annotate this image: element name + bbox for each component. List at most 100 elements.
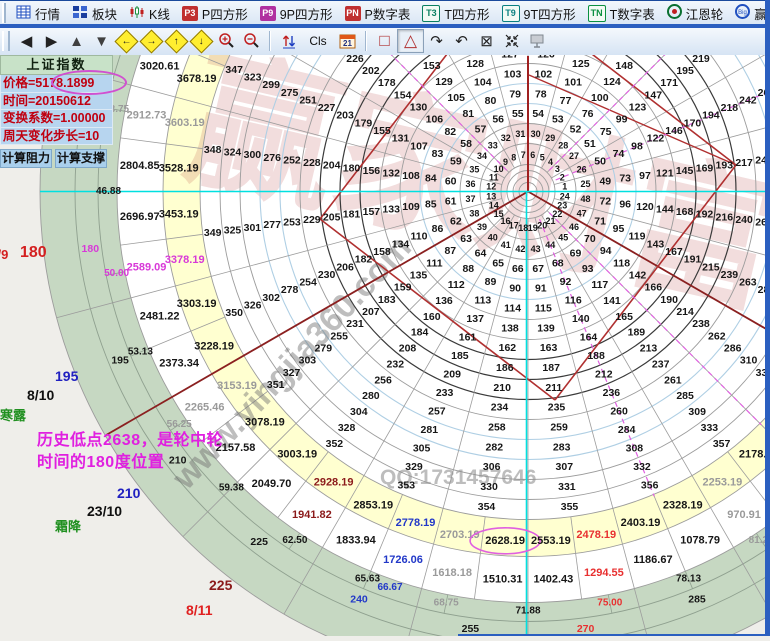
wheel-number: 306: [483, 461, 501, 473]
wheel-number: 279: [315, 343, 333, 355]
wheel-number: 129: [435, 76, 453, 88]
flag-up-icon[interactable]: ▲: [64, 30, 89, 52]
wheel-number: 121: [656, 168, 674, 180]
arrow-right-icon[interactable]: ▶: [39, 30, 64, 52]
wheel-number: 184: [411, 327, 429, 339]
cls-button[interactable]: Cls: [301, 30, 335, 52]
menu-item-9T四方形[interactable]: T99T四方形: [496, 2, 582, 24]
compress-icon[interactable]: [499, 30, 524, 52]
diamond-left-icon[interactable]: ←: [114, 30, 139, 52]
wheel-number: 210: [493, 382, 511, 394]
menu-item-板块[interactable]: 板块: [66, 2, 123, 24]
wheel-number: 89: [485, 276, 497, 288]
wheel-number: 278: [281, 284, 299, 296]
boxx-icon[interactable]: ⊠: [474, 30, 499, 52]
menu-item-9P四方形[interactable]: P99P四方形: [254, 2, 339, 24]
wheel-number: 181: [343, 209, 361, 221]
menu-item-K线[interactable]: K线: [123, 2, 176, 24]
menu-item-P数字表[interactable]: PNP数字表: [339, 2, 417, 24]
degree-label: 240: [350, 593, 368, 605]
wheel-number: 67: [532, 263, 544, 275]
winner-wheel-icon: Big: [735, 4, 750, 22]
wheel-number: 165: [615, 311, 633, 323]
menu-item-行情[interactable]: 行情: [10, 2, 66, 24]
diamond-down-icon[interactable]: ↓: [189, 30, 214, 52]
wheel-number: 80: [485, 95, 497, 107]
menu-item-label: T数字表: [610, 4, 655, 23]
menu-item-P四方形[interactable]: P3P四方形: [176, 2, 254, 24]
wheel-number: 41: [501, 240, 511, 250]
percent-label: 50.00: [104, 268, 129, 279]
wheel-number: 140: [572, 313, 590, 325]
margin-label-霜降: 霜降: [55, 516, 81, 535]
wheel-number: 166: [645, 282, 663, 294]
wheel-number: 332: [633, 461, 651, 473]
wheel-number: 326: [244, 300, 262, 312]
wheel-number: 99: [616, 114, 628, 126]
badge-P9: P9: [260, 6, 276, 21]
menu-item-T数字表[interactable]: TNT数字表: [582, 2, 661, 24]
rotate-ccw-icon[interactable]: ↶: [449, 30, 474, 52]
wheel-number: 236: [603, 387, 621, 399]
wheel-number: 50: [594, 156, 606, 168]
toolbar-drag-handle[interactable]: [2, 3, 6, 23]
percent-label: 66.67: [377, 582, 402, 593]
rotate-cw-icon[interactable]: ↷: [424, 30, 449, 52]
toolbar-drag-handle[interactable]: [2, 31, 10, 51]
wheel-number: 253: [283, 217, 301, 229]
badge-TN: TN: [588, 5, 606, 22]
wheel-number: 262: [708, 330, 726, 342]
zoom-out-icon[interactable]: [239, 30, 264, 52]
menu-item-T四方形[interactable]: T3T四方形: [416, 2, 495, 24]
wheel-number: 82: [444, 126, 456, 138]
wheel-number: 97: [639, 170, 651, 182]
podium-icon[interactable]: [524, 30, 549, 52]
triangle-tool-icon[interactable]: △: [397, 29, 424, 53]
wheel-number: 73: [619, 173, 631, 185]
price-label-inner: 2553.19: [531, 535, 571, 547]
zoom-in-icon[interactable]: [214, 30, 239, 52]
wheel-number: 125: [572, 58, 590, 70]
sort-updown-icon[interactable]: [276, 30, 301, 52]
price-label-inner: 2403.19: [621, 517, 661, 529]
margin-label-8-10: 8/10: [27, 387, 54, 403]
wheel-number: 119: [629, 231, 646, 243]
wheel-number: 94: [600, 245, 612, 257]
price-label-outer: 1510.31: [483, 574, 523, 586]
wheel-number: 163: [540, 342, 558, 354]
wheel-number: 309: [688, 406, 706, 418]
wheel-number: 44: [545, 240, 555, 250]
wheel-number: 57: [475, 124, 487, 136]
arrow-left-icon[interactable]: ◀: [14, 30, 39, 52]
menu-item-江恩轮[interactable]: 江恩轮: [661, 2, 730, 24]
right-scroll-strip[interactable]: [765, 0, 770, 636]
flag-down-icon[interactable]: ▼: [89, 30, 114, 52]
percent-label: 46.88: [96, 186, 121, 197]
wheel-number: 148: [615, 60, 633, 72]
wheel-number: 227: [318, 102, 336, 114]
wheel-number: 275: [281, 87, 299, 99]
calc-resistance-button[interactable]: 计算阻力: [0, 149, 52, 168]
wheel-number: 139: [537, 322, 555, 334]
percent-label: 71.88: [515, 606, 540, 617]
menu-item-赢家轮[interactable]: Big赢家轮: [729, 2, 770, 24]
price-label-inner: 2928.19: [314, 477, 354, 489]
calendar-icon[interactable]: 21: [335, 30, 360, 52]
wheel-number: 40: [488, 233, 498, 243]
diamond-right-icon[interactable]: →: [139, 30, 164, 52]
wheel-number: 47: [577, 209, 587, 219]
wheel-number: 76: [582, 108, 594, 120]
menu-bar: 行情板块K线P3P四方形P99P四方形PNP数字表T3T四方形T99T四方形TN…: [0, 0, 770, 25]
wheel-number: 53: [552, 113, 564, 125]
wheel-number: 87: [444, 245, 456, 257]
percent-label: 59.38: [219, 483, 244, 494]
diamond-up-icon[interactable]: ↑: [164, 30, 189, 52]
wheel-number: 228: [303, 157, 321, 169]
wheel-number: 226: [346, 55, 364, 65]
calc-support-button[interactable]: 计算支撑: [55, 149, 107, 168]
wheel-number: 64: [475, 247, 487, 259]
wheel-number: 186: [496, 362, 514, 374]
kline-icon: [129, 5, 145, 22]
wheel-number: 84: [425, 173, 437, 185]
rect-tool-icon[interactable]: □: [372, 30, 397, 52]
